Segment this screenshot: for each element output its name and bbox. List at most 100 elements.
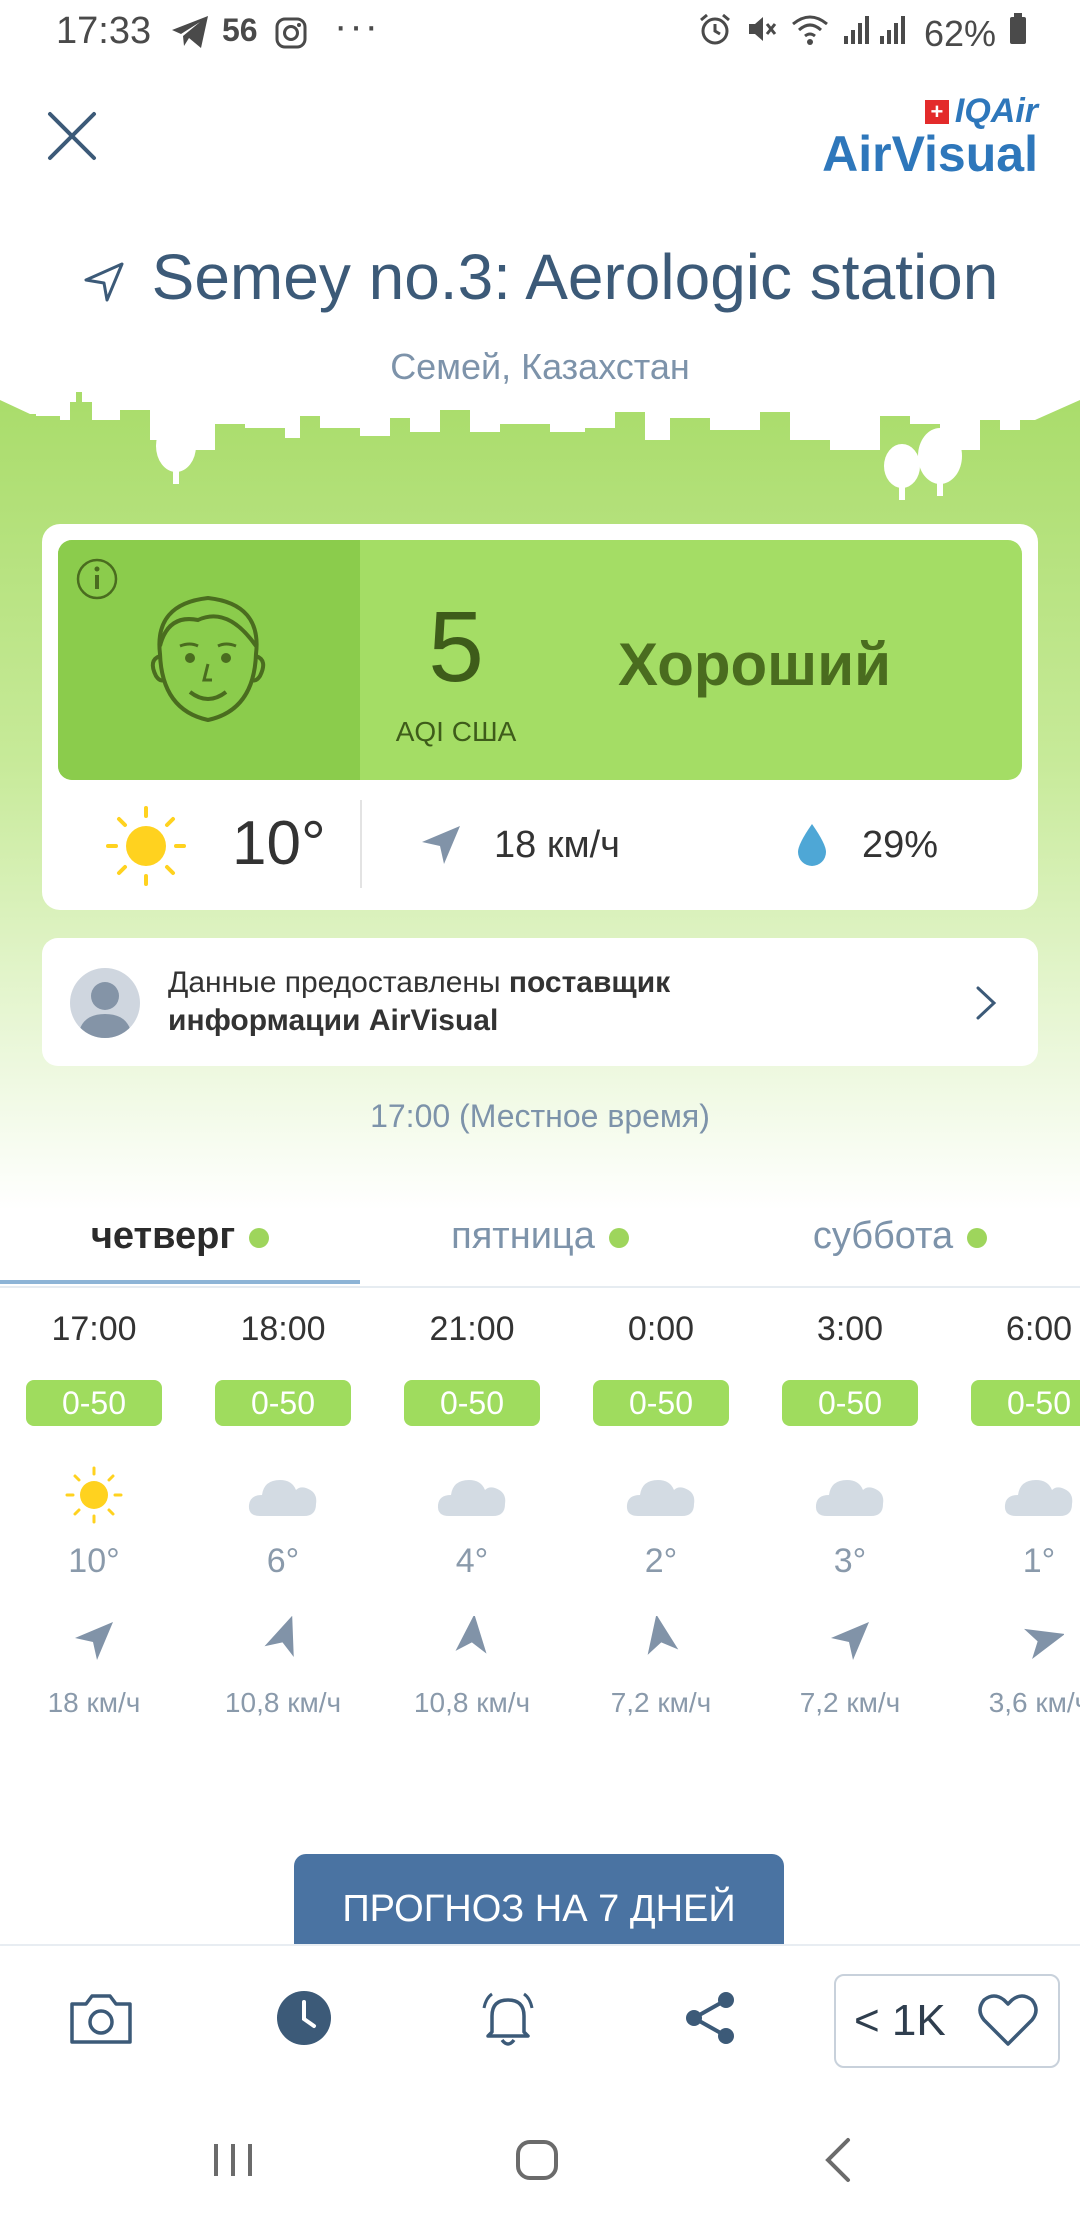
aqi-dot-icon	[249, 1227, 270, 1248]
hour-aqi-badge: 0-50	[215, 1380, 351, 1426]
instagram-icon	[274, 16, 308, 55]
like-button[interactable]: < 1K	[834, 1974, 1060, 2068]
home-icon	[516, 2140, 558, 2180]
hour-temp: 4°	[455, 1542, 489, 1580]
recents-icon	[214, 2144, 252, 2176]
status-right: 62%	[698, 12, 1028, 55]
iqair-logo: + IQAir AirVisual	[822, 92, 1038, 183]
hour-temp: 6°	[266, 1542, 300, 1580]
hour-wind: 7,2 км/ч	[799, 1687, 901, 1718]
cloud-icon	[591, 1460, 731, 1530]
wind-direction-icon	[969, 1611, 1080, 1671]
wind-direction-icon	[213, 1611, 353, 1671]
wind-direction-icon	[780, 1611, 920, 1671]
hour-time: 0:00	[627, 1310, 695, 1348]
day-tabs: четверг пятница суббота	[0, 1196, 1080, 1288]
tab-label: пятница	[451, 1215, 595, 1257]
signal-icon	[842, 12, 912, 55]
hour-time: 6:00	[1005, 1310, 1073, 1348]
battery-text: 62%	[923, 12, 996, 54]
hour-aqi-badge: 0-50	[782, 1380, 918, 1426]
heart-icon	[976, 1990, 1040, 2055]
wind-direction-icon	[402, 1611, 542, 1671]
hour-time: 21:00	[429, 1310, 515, 1348]
face-icon	[138, 584, 278, 739]
like-count: < 1K	[854, 1996, 946, 2045]
cloud-icon	[969, 1460, 1080, 1530]
back-button[interactable]	[822, 2136, 854, 2189]
current-weather-row: 10° 18 км/ч 29%	[42, 780, 1038, 910]
avatar	[70, 968, 140, 1038]
aqi-card: 5 AQI США Хороший 10° 18 км/ч 29%	[42, 524, 1038, 910]
share-icon[interactable]	[680, 1988, 740, 2053]
sun-icon	[104, 804, 188, 893]
provider-text-normal: Данные предоставлены	[168, 966, 509, 999]
hourly-item: 21:00 0-50 4° 10,8 км/ч	[402, 1310, 542, 1719]
hour-aqi-badge: 0-50	[971, 1380, 1080, 1426]
bottom-toolbar: < 1K	[0, 1944, 1080, 2096]
logo-product: AirVisual	[822, 126, 1038, 182]
sun-icon	[24, 1460, 164, 1530]
wind-direction-icon	[24, 1611, 164, 1671]
current-humidity: 29%	[862, 824, 939, 866]
wifi-icon	[790, 12, 830, 55]
hour-time: 3:00	[816, 1310, 884, 1348]
station-title: Semey no.3: Aerologic station	[0, 240, 1080, 319]
battery-icon	[1008, 12, 1028, 55]
cloud-icon	[213, 1460, 353, 1530]
hour-wind: 18 км/ч	[47, 1687, 141, 1718]
aqi-label: AQI США	[395, 716, 517, 747]
status-time: 17:33	[56, 10, 152, 52]
hour-wind: 10,8 км/ч	[224, 1687, 342, 1718]
hour-temp: 1°	[1022, 1542, 1056, 1580]
tab-saturday[interactable]: суббота	[720, 1196, 1080, 1284]
hour-aqi-badge: 0-50	[404, 1380, 540, 1426]
wind-direction-icon	[591, 1611, 731, 1671]
tab-friday[interactable]: пятница	[360, 1196, 720, 1284]
close-button[interactable]	[44, 108, 100, 164]
status-bar: 17:33 56 ··· 62%	[0, 0, 1080, 70]
tab-label: четверг	[90, 1215, 236, 1257]
swiss-flag-icon: +	[924, 99, 949, 124]
current-temperature: 10°	[232, 809, 326, 878]
home-button[interactable]	[514, 2138, 560, 2187]
alarm-icon	[698, 12, 732, 55]
aqi-dot-icon	[608, 1227, 629, 1248]
provider-text: Данные предоставлены поставщик информаци…	[168, 964, 808, 1040]
hourly-item: 17:00 0-50 10° 18 км/ч	[24, 1310, 164, 1719]
location-arrow-icon	[82, 245, 126, 319]
cloud-icon	[402, 1460, 542, 1530]
close-icon	[48, 112, 96, 160]
hour-wind: 3,6 км/ч	[988, 1687, 1080, 1718]
hour-time: 17:00	[51, 1310, 137, 1348]
hourly-item: 0:00 0-50 2° 7,2 км/ч	[591, 1310, 731, 1719]
station-name: Semey no.3: Aerologic station	[151, 241, 999, 313]
local-time: 17:00 (Местное время)	[370, 1098, 710, 1134]
aqi-status: Хороший	[618, 631, 891, 698]
hour-time: 18:00	[240, 1310, 326, 1348]
camera-icon[interactable]	[68, 1988, 134, 2053]
hour-wind: 7,2 км/ч	[610, 1687, 712, 1718]
mute-icon	[744, 12, 778, 55]
aqi-value: 5	[428, 591, 484, 703]
tab-thursday[interactable]: четверг	[0, 1196, 360, 1284]
recents-button[interactable]	[210, 2140, 256, 2185]
more-notifications-icon: ···	[334, 4, 380, 48]
info-icon[interactable]	[76, 558, 118, 600]
weather-divider	[360, 800, 362, 888]
back-icon	[825, 2138, 850, 2182]
aqi-panel[interactable]: 5 AQI США Хороший	[58, 540, 1022, 780]
wind-direction-icon	[416, 820, 466, 875]
notification-count: 56	[222, 12, 258, 48]
aqi-face-panel	[58, 540, 360, 780]
hour-temp: 2°	[644, 1542, 678, 1580]
data-provider-card[interactable]: Данные предоставлены поставщик информаци…	[42, 938, 1038, 1066]
current-wind: 18 км/ч	[494, 824, 620, 866]
chevron-right-icon	[974, 984, 998, 1027]
hour-temp: 3°	[833, 1542, 867, 1580]
hour-wind: 10,8 км/ч	[413, 1687, 531, 1718]
history-icon[interactable]	[274, 1988, 334, 2053]
aqi-dot-icon	[967, 1227, 988, 1248]
telegram-icon	[170, 14, 210, 55]
bell-icon[interactable]	[478, 1988, 538, 2055]
